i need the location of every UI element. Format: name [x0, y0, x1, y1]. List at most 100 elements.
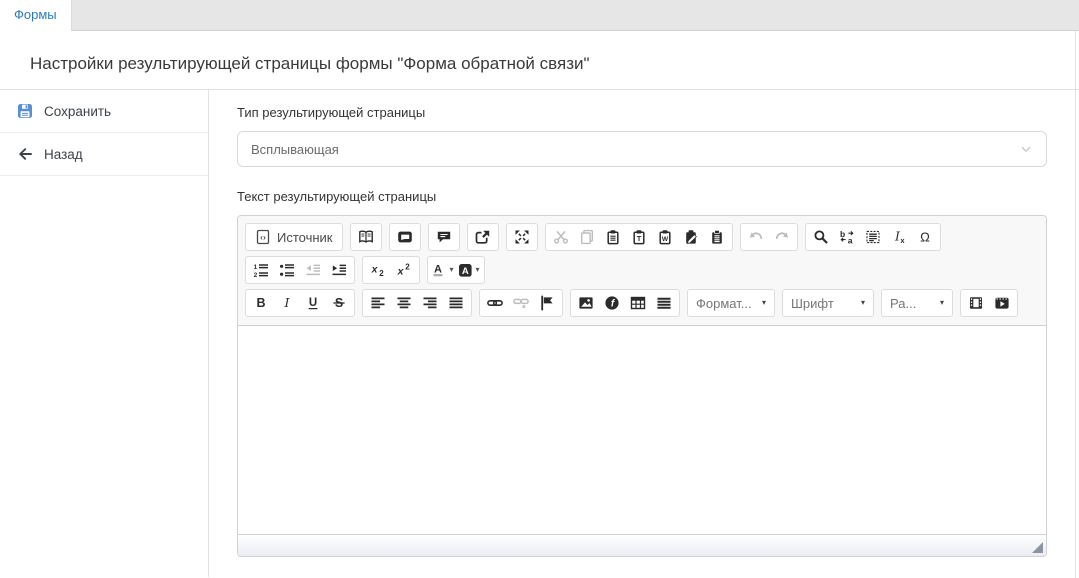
toolbar-row: BIUSfФормат...▾Шрифт▾Ра...▾ — [245, 289, 1040, 317]
iframe-icon — [397, 229, 413, 245]
result-page-text-label: Текст результирующей страницы — [237, 189, 1079, 204]
clipboard-icon — [709, 229, 725, 245]
source-button[interactable]: ‹›Источник — [248, 225, 340, 249]
svg-text:2: 2 — [254, 272, 258, 278]
link-button[interactable] — [482, 291, 508, 315]
cut-button[interactable] — [548, 225, 574, 249]
outdent-button[interactable] — [300, 258, 326, 282]
sidebar-item-label: Назад — [44, 147, 83, 162]
numbered-list-button[interactable]: 12 — [248, 258, 274, 282]
text-color-button[interactable]: A▾ — [430, 258, 456, 282]
replace-icon: ba — [839, 229, 855, 245]
svg-text:Ω: Ω — [920, 230, 930, 245]
caret-down-icon: ▾ — [861, 299, 865, 307]
strike-icon: S — [331, 295, 347, 311]
image-button[interactable] — [573, 291, 599, 315]
undo-button[interactable] — [743, 225, 769, 249]
italic-button[interactable]: I — [274, 291, 300, 315]
flash-icon: f — [604, 295, 620, 311]
redo-button[interactable] — [769, 225, 795, 249]
copy-button[interactable] — [574, 225, 600, 249]
bg-color-button[interactable]: A▾ — [456, 258, 482, 282]
svg-text:1: 1 — [254, 264, 258, 271]
bold-icon: B — [253, 295, 269, 311]
editor-toolbar: ‹›ИсточникTWbaIxΩ12x2x2A▾A▾BIUSfФормат..… — [238, 216, 1046, 326]
editor-status-bar — [238, 534, 1046, 556]
table-button[interactable] — [625, 291, 651, 315]
align-left-button[interactable] — [365, 291, 391, 315]
page-title: Настройки результирующей страницы формы … — [30, 54, 1049, 74]
svg-text:x: x — [371, 263, 379, 275]
remove-format-button[interactable]: Ix — [886, 225, 912, 249]
horizontal-rule-button[interactable] — [651, 291, 677, 315]
font-select[interactable]: Шрифт▾ — [782, 289, 874, 317]
tab-forms[interactable]: Формы — [0, 0, 72, 31]
format-select[interactable]: Формат...▾ — [687, 289, 775, 317]
table-icon — [630, 295, 646, 311]
youtube-button[interactable] — [989, 291, 1015, 315]
maximize-icon — [514, 229, 530, 245]
book-icon — [358, 229, 374, 245]
video-button[interactable] — [963, 291, 989, 315]
paste-button[interactable] — [600, 225, 626, 249]
iframe-button[interactable] — [392, 225, 418, 249]
svg-text:a: a — [847, 236, 852, 245]
toolbar-group: ba Ix Ω — [805, 223, 941, 251]
tab-bar: Формы — [0, 0, 1079, 31]
result-page-type-select[interactable]: Всплывающая — [237, 131, 1047, 167]
open-window-button[interactable] — [470, 225, 496, 249]
sidebar: Сохранить Назад — [0, 90, 209, 577]
paste-text-button[interactable]: T — [626, 225, 652, 249]
bulleted-list-icon — [279, 262, 295, 278]
paste-word-icon: W — [657, 229, 673, 245]
align-center-button[interactable] — [391, 291, 417, 315]
resize-handle-icon[interactable] — [1032, 542, 1043, 553]
sidebar-item-back[interactable]: Назад — [0, 133, 208, 176]
paste-word-button[interactable]: W — [652, 225, 678, 249]
underline-button[interactable]: U — [300, 291, 326, 315]
bold-button[interactable]: B — [248, 291, 274, 315]
content-layout: Сохранить Назад Тип результирующей страни… — [0, 90, 1079, 577]
anchor-icon — [539, 295, 555, 311]
editor-content-area[interactable] — [238, 326, 1046, 534]
find-button[interactable] — [808, 225, 834, 249]
bulleted-list-button[interactable] — [274, 258, 300, 282]
paste-edit-button[interactable] — [678, 225, 704, 249]
numbered-list-icon: 12 — [253, 262, 269, 278]
paste-icon — [605, 229, 621, 245]
video-icon — [968, 295, 984, 311]
external-link-icon — [475, 229, 491, 245]
toolbar-group — [506, 223, 538, 251]
clipboard-button[interactable] — [704, 225, 730, 249]
remove-format-icon: Ix — [891, 229, 907, 245]
unlink-icon — [513, 295, 529, 311]
align-justify-button[interactable] — [443, 291, 469, 315]
select-all-button[interactable] — [860, 225, 886, 249]
templates-button[interactable] — [353, 225, 379, 249]
unlink-button[interactable] — [508, 291, 534, 315]
flash-button[interactable]: f — [599, 291, 625, 315]
sidebar-item-save[interactable]: Сохранить — [0, 90, 208, 133]
page-header: Настройки результирующей страницы формы … — [0, 31, 1079, 90]
main-panel: Тип результирующей страницы Всплывающая … — [209, 90, 1079, 577]
toolbar-group: BIUS — [245, 289, 355, 317]
subscript-button[interactable]: x2 — [365, 258, 391, 282]
maximize-button[interactable] — [509, 225, 535, 249]
anchor-button[interactable] — [534, 291, 560, 315]
indent-button[interactable] — [326, 258, 352, 282]
align-right-button[interactable] — [417, 291, 443, 315]
back-arrow-icon — [17, 146, 33, 162]
svg-text:x: x — [397, 265, 405, 277]
special-char-button[interactable]: Ω — [912, 225, 938, 249]
svg-text:x: x — [900, 236, 905, 245]
replace-button[interactable]: ba — [834, 225, 860, 249]
size-select[interactable]: Ра...▾ — [881, 289, 953, 317]
svg-text:I: I — [284, 295, 291, 310]
bg-color-icon: A — [458, 262, 474, 278]
svg-text:‹›: ‹› — [260, 232, 266, 242]
superscript-button[interactable]: x2 — [391, 258, 417, 282]
comment-button[interactable] — [431, 225, 457, 249]
svg-text:T: T — [636, 234, 641, 243]
toolbar-group: f — [570, 289, 680, 317]
strikethrough-button[interactable]: S — [326, 291, 352, 315]
